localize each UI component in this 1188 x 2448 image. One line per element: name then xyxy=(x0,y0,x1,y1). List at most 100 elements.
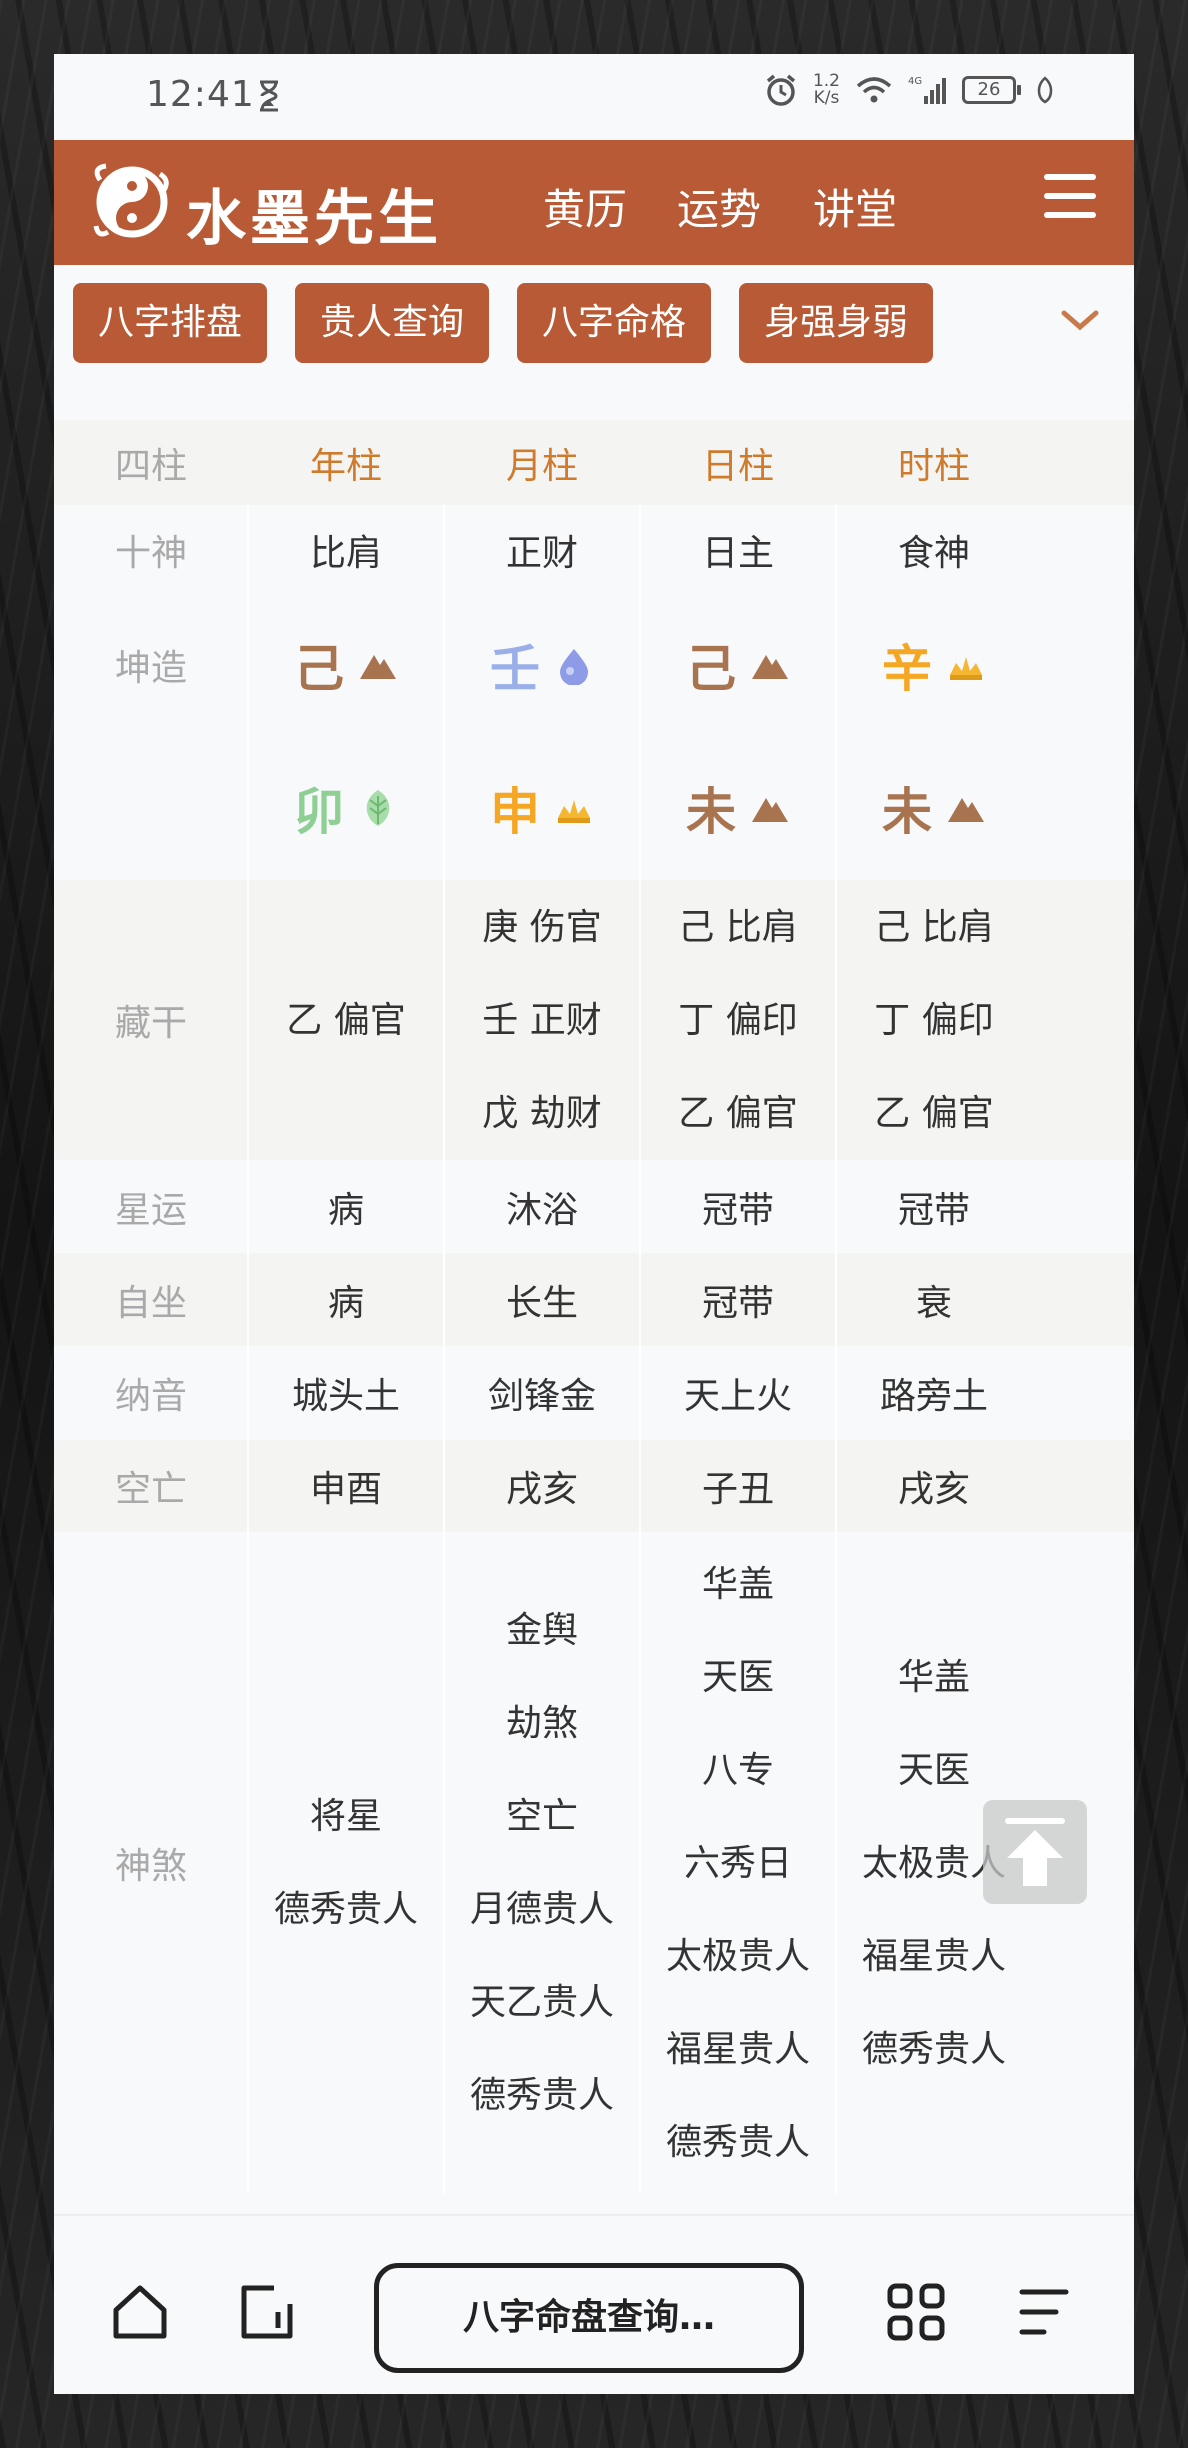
ten-god-year: 比肩 xyxy=(309,533,382,574)
row-self-seat: 自坐 病 长生 冠带 衰 xyxy=(54,1253,1134,1346)
star-fortune-month: 沐浴 xyxy=(505,1189,578,1231)
water-drop-icon xyxy=(560,649,588,685)
earth-icon xyxy=(360,655,396,679)
void-year: 申酉 xyxy=(309,1469,382,1510)
hidden-stems-month: 庚 伤官 壬 正财 戊 劫财 xyxy=(444,880,640,1160)
chevron-down-icon[interactable] xyxy=(1060,305,1100,335)
hidden-stem: 乙 偏官 xyxy=(286,999,406,1041)
shensha-item: 华盖 xyxy=(701,1563,774,1605)
branch-hour: 未 xyxy=(836,735,1032,880)
home-icon[interactable] xyxy=(110,2282,170,2342)
stem-month: 壬 xyxy=(444,595,640,735)
ten-god-month: 正财 xyxy=(505,533,578,574)
status-time: 12:41 xyxy=(146,74,255,115)
void-month: 戌亥 xyxy=(505,1469,578,1510)
tab-guiren-chaxun[interactable]: 贵人查询 xyxy=(295,283,489,363)
void-hour: 戌亥 xyxy=(897,1469,970,1510)
hamburger-menu-icon[interactable] xyxy=(1044,174,1096,220)
hidden-stems-year: 乙 偏官 xyxy=(248,880,444,1160)
hidden-stem: 庚 伤官 xyxy=(482,906,602,948)
earth-icon xyxy=(752,655,788,679)
branch-char: 申 xyxy=(490,781,540,841)
column-divider xyxy=(835,505,837,2194)
feature-tabs: 八字排盘 贵人查询 八字命格 身强身弱 xyxy=(54,265,1134,381)
shensha-day: 华盖 天医 八专 六秀日 太极贵人 福星贵人 德秀贵人 xyxy=(640,1532,836,2194)
column-divider xyxy=(443,505,445,2194)
net-speed: 1.2 K/s xyxy=(813,73,840,107)
ten-god-hour: 食神 xyxy=(897,533,970,574)
shensha-item: 月德贵人 xyxy=(469,1889,614,1930)
row-label-star-fortune: 星运 xyxy=(114,1189,187,1231)
shensha-item: 天乙贵人 xyxy=(469,1982,614,2023)
leaf-icon xyxy=(1037,76,1053,104)
hidden-stems-day: 己 比肩 丁 偏印 乙 偏官 xyxy=(640,880,836,1160)
shensha-item: 天医 xyxy=(701,1656,774,1698)
star-fortune-hour: 冠带 xyxy=(897,1189,970,1231)
branch-day: 未 xyxy=(640,735,836,880)
col-head-month: 月柱 xyxy=(505,445,578,487)
dragon-logo-icon[interactable] xyxy=(90,160,174,244)
row-chart: 坤造 己 卯 壬 申 己 未 辛 未 xyxy=(54,595,1134,880)
stem-char: 己 xyxy=(686,639,736,698)
logo-text[interactable]: 水墨先生 xyxy=(186,170,442,257)
net-speed-unit: K/s xyxy=(813,88,840,108)
hidden-stem: 壬 正财 xyxy=(482,999,602,1041)
nayin-hour: 路旁土 xyxy=(879,1376,988,1417)
self-seat-hour: 衰 xyxy=(915,1282,952,1324)
stem-hour: 辛 xyxy=(836,595,1032,735)
self-seat-month: 长生 xyxy=(505,1282,578,1324)
arrow-up-icon xyxy=(1005,1818,1065,1886)
shensha-item: 金舆 xyxy=(505,1610,578,1651)
row-label-shensha: 神煞 xyxy=(114,1846,187,1887)
shensha-item: 太极贵人 xyxy=(665,1935,810,1977)
shensha-item: 福星贵人 xyxy=(861,1935,1006,1977)
stem-char: 己 xyxy=(294,639,344,698)
row-label-nayin: 纳音 xyxy=(114,1376,187,1417)
ten-god-day: 日主 xyxy=(701,533,774,574)
phone-screen: 12:41 1.2 K/s 4G 26 水墨先生 黄历 运势 讲堂 八字排盘 贵… xyxy=(54,54,1134,2394)
row-pillars: 四柱 年柱 月柱 日柱 时柱 xyxy=(54,420,1134,505)
shensha-year: 将星 德秀贵人 xyxy=(248,1532,444,2194)
shensha-item: 德秀贵人 xyxy=(665,2121,810,2163)
tabs-icon[interactable] xyxy=(236,2282,296,2342)
tab-bazi-paipan[interactable]: 八字排盘 xyxy=(73,283,267,363)
row-hidden-stems: 藏干 乙 偏官 庚 伤官 壬 正财 戊 劫财 己 比肩 丁 偏印 乙 偏官 己 … xyxy=(54,880,1134,1160)
col-head-year: 年柱 xyxy=(309,445,382,487)
url-bar[interactable]: 八字命盘查询… xyxy=(374,2263,804,2373)
battery-icon: 26 xyxy=(962,76,1021,104)
nayin-day: 天上火 xyxy=(683,1376,792,1417)
row-label-pillars: 四柱 xyxy=(114,445,187,487)
col-head-hour: 时柱 xyxy=(897,445,970,487)
earth-icon xyxy=(948,797,984,822)
row-ten-gods: 十神 比肩 正财 日主 食神 xyxy=(54,505,1134,595)
earth-icon xyxy=(752,797,788,822)
stem-char: 辛 xyxy=(882,639,932,698)
nav-yunshi[interactable]: 运势 xyxy=(677,176,761,237)
branch-char: 未 xyxy=(882,781,932,841)
hidden-stems-hour: 己 比肩 丁 偏印 乙 偏官 xyxy=(836,880,1032,1160)
self-seat-day: 冠带 xyxy=(701,1282,774,1324)
col-head-day: 日柱 xyxy=(701,445,774,487)
tab-bazi-mingge[interactable]: 八字命格 xyxy=(517,283,711,363)
status-icons: 1.2 K/s 4G 26 xyxy=(763,72,1054,108)
hidden-stem: 己 比肩 xyxy=(678,906,798,948)
menu-icon[interactable] xyxy=(1014,2282,1074,2342)
self-seat-year: 病 xyxy=(327,1282,364,1324)
nav-jiangtang[interactable]: 讲堂 xyxy=(813,176,897,237)
row-label-ten-gods: 十神 xyxy=(114,533,187,574)
hidden-stem: 丁 偏印 xyxy=(874,999,994,1041)
gold-icon xyxy=(558,799,590,823)
row-label-self-seat: 自坐 xyxy=(114,1282,187,1324)
row-void: 空亡 申酉 戌亥 子丑 戌亥 xyxy=(54,1440,1134,1532)
hidden-stem: 乙 偏官 xyxy=(874,1092,994,1134)
tab-shenqiang-shenruo[interactable]: 身强身弱 xyxy=(739,283,933,363)
scroll-to-top-button[interactable] xyxy=(983,1800,1087,1904)
hidden-stem: 丁 偏印 xyxy=(678,999,798,1041)
branch-char: 卯 xyxy=(294,781,344,841)
row-nayin: 纳音 城头土 剑锋金 天上火 路旁土 xyxy=(54,1346,1134,1440)
nav-huangli[interactable]: 黄历 xyxy=(543,176,627,237)
shensha-item: 八专 xyxy=(701,1749,774,1791)
apps-icon[interactable] xyxy=(886,2282,946,2342)
shensha-item: 天医 xyxy=(897,1749,970,1791)
shensha-item: 德秀贵人 xyxy=(469,2075,614,2116)
